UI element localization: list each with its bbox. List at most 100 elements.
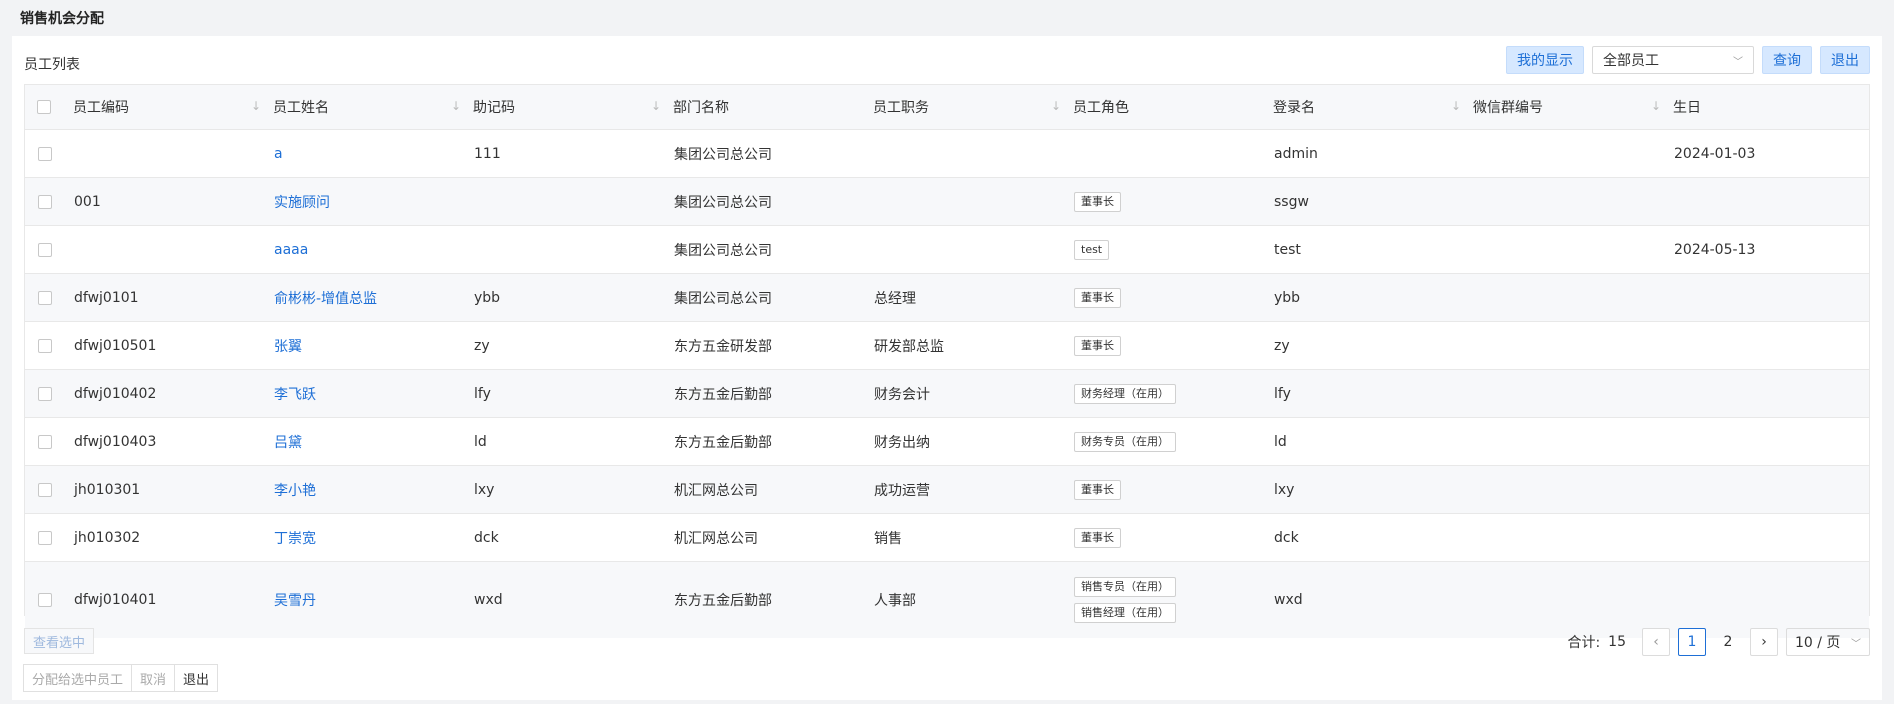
sort-icon[interactable]: ↓: [651, 99, 661, 113]
role-tag: 董事长: [1074, 191, 1121, 212]
employee-name-link[interactable]: 吴雪丹: [274, 593, 316, 609]
employee-name-link[interactable]: 吕黛: [274, 435, 302, 451]
login-name: lxy: [1274, 481, 1295, 498]
page-size-select[interactable]: 10 / 页 ﹀: [1786, 628, 1870, 656]
my-display-button[interactable]: 我的显示: [1506, 46, 1584, 74]
employee-name-link[interactable]: 李飞跃: [274, 387, 316, 403]
employee-code: dfwj010501: [74, 337, 157, 354]
department: 机汇网总公司: [674, 482, 758, 499]
mnemonic: ybb: [474, 289, 501, 306]
sort-icon[interactable]: ↓: [251, 99, 261, 113]
row-checkbox[interactable]: [38, 482, 52, 497]
role-tag: 董事长: [1074, 479, 1121, 500]
table-cell: 成功运营: [873, 465, 1073, 514]
table-row[interactable]: dfwj010402 李飞跃 lfy 东方五金后勤部 财务会计 财务经理（在用） lfy: [25, 369, 1869, 418]
prev-page-button[interactable]: ‹: [1642, 628, 1670, 656]
table-cell: [873, 225, 1073, 274]
employee-name-link[interactable]: 俞彬彬-增值总监: [274, 291, 377, 307]
row-checkbox[interactable]: [38, 290, 52, 305]
col-header[interactable]: 员工编码 ↓: [73, 85, 273, 130]
employee-name-link[interactable]: 实施顾问: [274, 195, 330, 211]
table-cell: zy: [473, 321, 673, 370]
col-header[interactable]: 登录名 ↓: [1273, 85, 1473, 130]
exit-button-top[interactable]: 退出: [1820, 46, 1870, 74]
row-checkbox[interactable]: [38, 386, 52, 401]
checkbox-cell: [25, 417, 73, 466]
select-all-cell: [25, 85, 73, 130]
row-checkbox[interactable]: [38, 593, 52, 607]
col-header[interactable]: 员工职务 ↓: [873, 85, 1073, 130]
row-checkbox[interactable]: [38, 338, 52, 353]
view-selected-button[interactable]: 查看选中: [24, 628, 95, 654]
table-cell: 财务出纳: [873, 417, 1073, 466]
position: 销售: [874, 530, 902, 547]
sort-icon[interactable]: ↓: [1451, 99, 1461, 113]
table-row[interactable]: dfwj0101 俞彬彬-增值总监 ybb 集团公司总公司 总经理 董事长 ybb: [25, 273, 1869, 322]
employee-name-link[interactable]: 张翼: [274, 339, 302, 355]
table-cell: test: [1273, 225, 1473, 274]
department: 集团公司总公司: [674, 290, 772, 307]
table-row[interactable]: 001 实施顾问 集团公司总公司 董事长 ssgw: [25, 177, 1869, 226]
col-header[interactable]: 员工姓名 ↓: [273, 85, 473, 130]
employee-filter-select[interactable]: 全部员工 ﹀: [1592, 46, 1754, 74]
checkbox-cell: [25, 225, 73, 274]
table-row[interactable]: dfwj010501 张翼 zy 东方五金研发部 研发部总监 董事长 zy: [25, 321, 1869, 370]
login-name: lfy: [1274, 385, 1291, 402]
role-tag: 销售经理（在用）: [1074, 603, 1176, 623]
page-1-button[interactable]: 1: [1678, 628, 1706, 656]
table-cell: lfy: [1273, 369, 1473, 418]
table-cell: ld: [473, 417, 673, 466]
table-cell: dfwj010501: [73, 321, 273, 370]
mnemonic: dck: [474, 529, 499, 546]
assign-button[interactable]: 分配给选中员工: [23, 664, 133, 692]
employee-name-link[interactable]: a: [274, 146, 283, 162]
position: 财务出纳: [874, 434, 930, 451]
table-cell: jh010302: [73, 513, 273, 562]
table-cell: 集团公司总公司: [673, 225, 873, 274]
row-checkbox[interactable]: [38, 530, 52, 545]
cancel-button[interactable]: 取消: [131, 664, 176, 692]
sort-icon[interactable]: ↓: [1051, 99, 1061, 113]
row-checkbox[interactable]: [38, 434, 52, 449]
table-cell: [1473, 273, 1673, 322]
table-row[interactable]: jh010302 丁崇宽 dck 机汇网总公司 销售 董事长 dck: [25, 513, 1869, 562]
exit-button-bottom[interactable]: 退出: [174, 664, 219, 692]
query-button[interactable]: 查询: [1762, 46, 1812, 74]
employee-panel: 员工列表 我的显示 全部员工 ﹀ 查询 退出 员工编码 ↓ 员工姓名 ↓ 助记码 ↓: [12, 36, 1882, 700]
table-cell: 吕黛: [273, 417, 473, 466]
sort-icon[interactable]: ↓: [451, 99, 461, 113]
select-all-checkbox[interactable]: [37, 100, 51, 114]
roles-cell: 销售专员（在用） 销售经理（在用）: [1073, 561, 1273, 638]
col-header[interactable]: 微信群编号 ↓: [1473, 85, 1673, 130]
page-2-button[interactable]: 2: [1714, 628, 1742, 656]
employee-name-link[interactable]: 丁崇宽: [274, 531, 316, 547]
roles-cell: 董事长: [1073, 513, 1273, 562]
table-row[interactable]: aaaa 集团公司总公司 test test 2024-05-13: [25, 225, 1869, 274]
table-row[interactable]: dfwj010403 吕黛 ld 东方五金后勤部 财务出纳 财务专员（在用） ld: [25, 417, 1869, 466]
table-row[interactable]: jh010301 李小艳 lxy 机汇网总公司 成功运营 董事长 lxy: [25, 465, 1869, 514]
page-title: 销售机会分配: [0, 0, 1894, 36]
col-header[interactable]: 部门名称: [673, 85, 873, 130]
employee-table: 员工编码 ↓ 员工姓名 ↓ 助记码 ↓ 部门名称 员工职务 ↓ 员工角色 登录名 ↓ 微信…: [24, 84, 1870, 638]
table-cell: [1673, 321, 1869, 370]
position: 总经理: [874, 290, 916, 307]
row-checkbox[interactable]: [38, 242, 52, 257]
login-name: dck: [1274, 529, 1299, 546]
table-row[interactable]: a 111 集团公司总公司 admin 2024-01-03: [25, 129, 1869, 178]
department: 集团公司总公司: [674, 194, 772, 211]
col-header[interactable]: 生日: [1673, 85, 1869, 130]
roles-cell: [1073, 129, 1273, 178]
table-cell: lfy: [473, 369, 673, 418]
col-header[interactable]: 助记码 ↓: [473, 85, 673, 130]
table-row[interactable]: dfwj010401 吴雪丹 wxd 东方五金后勤部 人事部 销售专员（在用） 销售经理（在…: [25, 561, 1869, 638]
table-cell: 集团公司总公司: [673, 129, 873, 178]
employee-name-link[interactable]: 李小艳: [274, 483, 316, 499]
table-cell: [1473, 321, 1673, 370]
employee-name-link[interactable]: aaaa: [274, 242, 308, 258]
row-checkbox[interactable]: [38, 146, 52, 161]
next-page-button[interactable]: ›: [1750, 628, 1778, 656]
table-cell: aaaa: [273, 225, 473, 274]
col-header[interactable]: 员工角色: [1073, 85, 1273, 130]
row-checkbox[interactable]: [38, 194, 52, 209]
sort-icon[interactable]: ↓: [1651, 99, 1661, 113]
